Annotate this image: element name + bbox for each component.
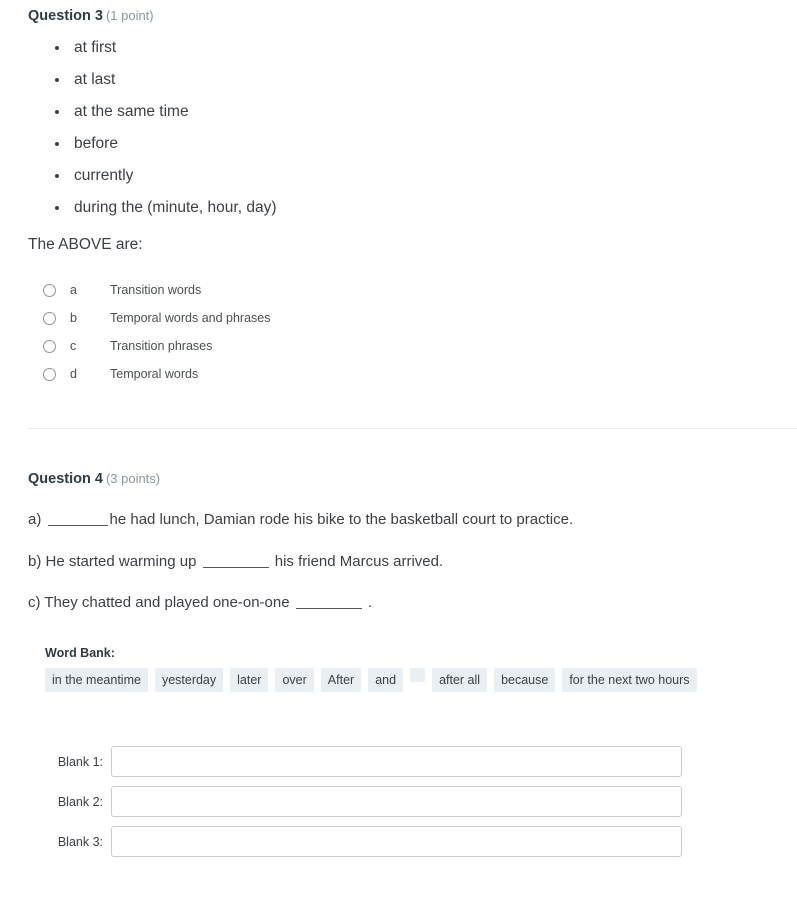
- sentence-c-blank: [295, 608, 362, 610]
- radio-button-c[interactable]: [43, 339, 56, 353]
- blank-row-1: Blank 1:: [45, 746, 779, 778]
- word-bank-chip[interactable]: for the next two hours: [562, 667, 697, 693]
- sentence-c-prefix: c) They chatted and played one-on-one: [28, 594, 290, 612]
- question-3-prompt: The ABOVE are:: [28, 235, 143, 253]
- word-bank-chip[interactable]: and: [368, 667, 404, 693]
- question-4-sentence-b: b) He started warming up his friend Marc…: [28, 552, 779, 572]
- sentence-b-prefix: b) He started warming up: [28, 552, 197, 570]
- question-4-sentence-a: a) he had lunch, Damian rode his bike to…: [28, 510, 779, 530]
- blank-3-label: Blank 3:: [57, 834, 103, 849]
- question-4-title: Question 4: [28, 470, 103, 487]
- answer-letter: a: [70, 283, 77, 298]
- question-divider: [28, 427, 797, 429]
- list-item: before: [70, 134, 779, 155]
- list-item: during the (minute, hour, day): [70, 198, 779, 219]
- radio-button-a[interactable]: [43, 283, 56, 297]
- question-4-block: Question 4 (3 points) a) he had lunch, Da…: [0, 463, 797, 858]
- blank-row-3: Blank 3:: [45, 826, 779, 858]
- blank-3-input[interactable]: [111, 826, 682, 858]
- sentence-b-blank: [202, 566, 269, 568]
- answer-letter: c: [70, 339, 77, 354]
- word-bank: Word Bank: in the meantime yesterday lat…: [28, 646, 779, 693]
- blank-answer-list: Blank 1: Blank 2: Blank 3:: [28, 746, 779, 858]
- answer-text: Temporal words and phrases: [110, 311, 271, 326]
- list-item: at last: [70, 70, 779, 91]
- question-3-answer-list: a Transition words b Temporal words and …: [28, 280, 779, 385]
- answer-letter: d: [70, 367, 77, 382]
- blank-2-label: Blank 2:: [57, 794, 103, 809]
- answer-option-a[interactable]: a Transition words: [43, 280, 779, 301]
- word-bank-chip-list: in the meantime yesterday later over Aft…: [45, 667, 779, 693]
- answer-letter: b: [70, 311, 77, 326]
- blank-2-input[interactable]: [111, 786, 682, 818]
- sentence-c-suffix: .: [367, 594, 373, 612]
- word-bank-chip[interactable]: yesterday: [154, 667, 224, 693]
- question-3-points: (1 point): [105, 8, 154, 23]
- sentence-a-prefix: a): [28, 511, 42, 529]
- word-bank-chip-empty[interactable]: [410, 667, 426, 682]
- question-4-header: Question 4 (3 points): [28, 463, 779, 488]
- radio-button-d[interactable]: [43, 367, 56, 381]
- radio-button-b[interactable]: [43, 311, 56, 325]
- answer-text: Temporal words: [110, 367, 199, 382]
- blank-1-input[interactable]: [111, 746, 682, 778]
- blank-row-2: Blank 2:: [45, 786, 779, 818]
- list-item: at the same time: [70, 102, 779, 123]
- answer-option-d[interactable]: d Temporal words: [43, 364, 779, 385]
- word-bank-chip[interactable]: in the meantime: [45, 667, 148, 693]
- word-bank-chip[interactable]: later: [230, 667, 269, 693]
- answer-text: Transition words: [110, 283, 202, 298]
- word-bank-chip[interactable]: after all: [432, 667, 488, 693]
- answer-option-c[interactable]: c Transition phrases: [43, 336, 779, 357]
- blank-1-label: Blank 1:: [57, 754, 103, 769]
- answer-option-b[interactable]: b Temporal words and phrases: [43, 308, 779, 329]
- question-3-title: Question 3: [28, 8, 103, 24]
- question-3-block: Question 3(1 point) at first at last at …: [0, 0, 797, 385]
- list-item: currently: [70, 166, 779, 187]
- word-bank-chip[interactable]: over: [275, 667, 314, 693]
- sentence-a-blank: [47, 525, 108, 527]
- answer-text: Transition phrases: [110, 339, 213, 354]
- word-bank-chip[interactable]: because: [494, 667, 556, 693]
- word-bank-chip[interactable]: After: [320, 667, 362, 693]
- question-3-stem-list: at first at last at the same time before…: [28, 38, 779, 219]
- word-bank-label: Word Bank:: [45, 645, 115, 660]
- sentence-a-suffix: he had lunch, Damian rode his bike to th…: [109, 511, 574, 529]
- sentence-b-suffix: his friend Marcus arrived.: [274, 552, 444, 570]
- question-4-sentence-c: c) They chatted and played one-on-one .: [28, 593, 779, 613]
- list-item: at first: [70, 38, 779, 59]
- question-3-header: Question 3 (1 point): [28, 0, 779, 25]
- question-4-points: (3 points): [105, 470, 161, 486]
